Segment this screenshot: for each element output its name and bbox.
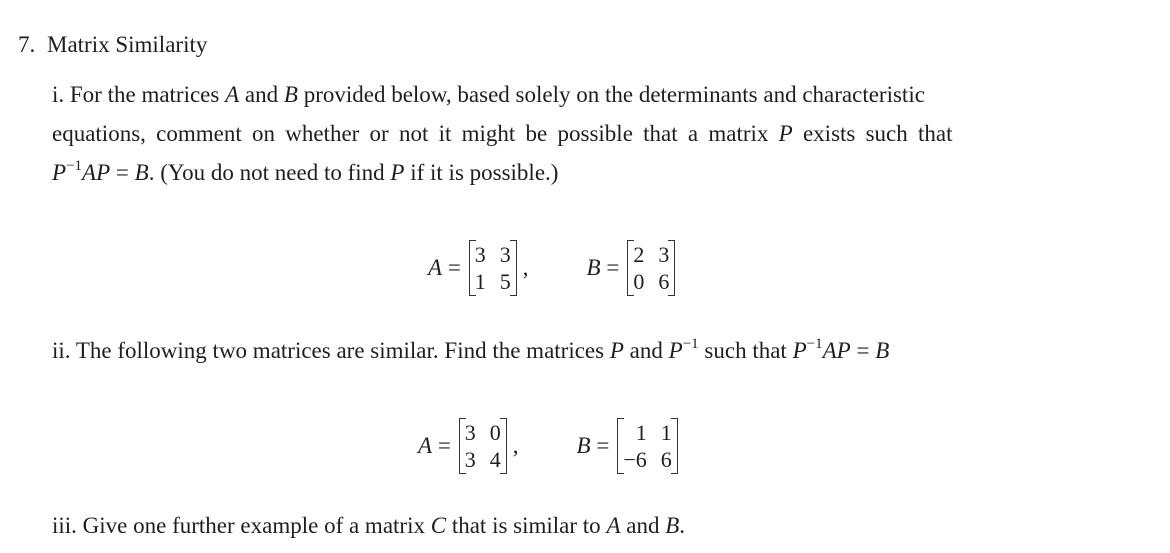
matrix-a-label: A = (418, 433, 451, 458)
part-i-matrices: A = 33 15 , B = 23 06 (428, 240, 676, 296)
matrix-a: 33 15 (468, 240, 517, 296)
matrix-b: 23 06 (627, 240, 676, 296)
matrix-a-label: A = (428, 255, 461, 280)
part-i-line-1: i. For the matrices A and B provided bel… (52, 82, 925, 107)
part-ii-text: ii. The following two matrices are simil… (52, 336, 890, 363)
part-i-line-2: equations, comment on whether or not it … (52, 121, 953, 146)
matrix-b-label: B = (586, 255, 620, 280)
matrix-b-label: B = (576, 433, 610, 458)
matrix-a: 30 34 (458, 418, 507, 474)
question-title: Matrix Similarity (47, 32, 208, 57)
part-iii-text: iii. Give one further example of a matri… (52, 513, 686, 538)
question-heading: 7. Matrix Similarity (18, 32, 207, 58)
question-number: 7. (18, 32, 36, 57)
part-i-line-3: P−1AP = B. (You do not need to find P if… (52, 158, 559, 185)
part-ii-matrices: A = 30 34 , B = 11 −6 6 (418, 418, 679, 474)
matrix-b: 11 −6 6 (617, 418, 679, 474)
